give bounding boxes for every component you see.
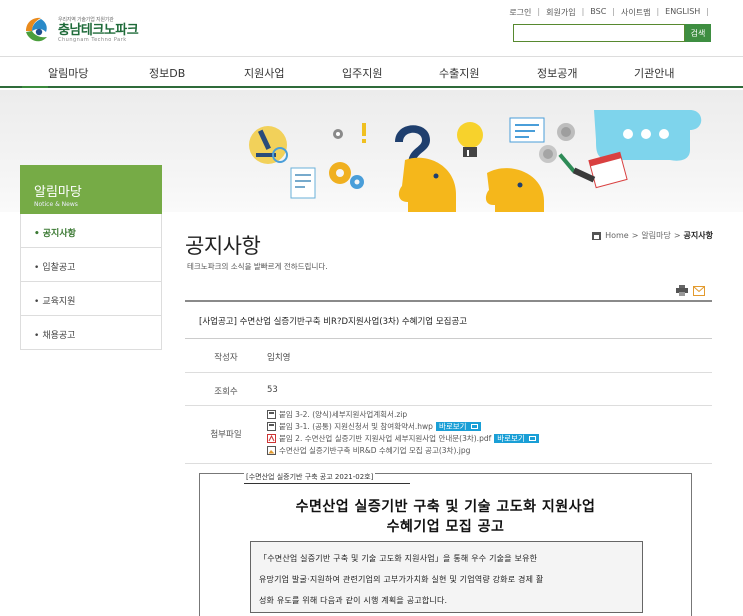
preview-window-icon [470, 423, 478, 429]
sidebar-item-label: 공지사항 [42, 229, 76, 239]
sidebar-title: 알림마당 [34, 185, 82, 200]
breadcrumb-home[interactable]: Home [605, 231, 629, 240]
divider: | [581, 7, 585, 16]
nav-item-support[interactable]: 지원사업 [244, 65, 284, 81]
nav-item-notice[interactable]: 알림마당 [48, 65, 88, 81]
nav-item-disclosure[interactable]: 정보공개 [537, 65, 577, 81]
nav-item-export[interactable]: 수출지원 [439, 65, 479, 81]
logo-english-name: Chungnam Techno Park [58, 36, 127, 43]
document-body-line: 성화 유도를 위해 다음과 같이 시행 계획을 공고합니다. [259, 596, 448, 605]
sidebar-item-label: 교육지원 [42, 297, 76, 307]
image-file-icon [267, 445, 276, 455]
site-logo[interactable]: 우리지역 기술기업 지원기관 충남테크노파크 Chungnam Techno P… [22, 12, 162, 48]
sidebar-item-notice[interactable]: • 공지사항 [20, 214, 162, 248]
attachment-name[interactable]: 붙임 3-2. (양식)세부지원사업계획서.zip [279, 409, 407, 420]
breadcrumb: Home > 알림마당 > 공지사항 [592, 230, 713, 241]
login-link[interactable]: 로그인 [509, 7, 531, 18]
search-input[interactable] [513, 24, 685, 42]
logo-mark-icon [26, 17, 47, 42]
divider: | [537, 7, 541, 16]
chevron-right-icon: > [631, 231, 639, 240]
preview-button-label: 바로보기 [438, 421, 467, 431]
logo-tagline: 우리지역 기술기업 지원기관 [58, 16, 114, 23]
page-description: 테크노파크의 소식을 발빠르게 전하드립니다. [187, 262, 328, 271]
post-title: [사업공고] 수면산업 실증기반구축 비R?D지원사업(3차) 수혜기업 모집공… [185, 300, 712, 339]
preview-button-label: 바로보기 [497, 433, 525, 443]
pdf-file-icon [267, 433, 276, 443]
attachment-name[interactable]: 수면산업 실증기반구축 비R&D 수혜기업 모집 공고(3차).jpg [279, 445, 470, 456]
document-title-line-2: 수혜기업 모집 공고 [386, 519, 505, 535]
attachment-name[interactable]: 붙임 3-1. (공통) 지원신청서 및 참여확약서.hwp [279, 421, 433, 432]
views-row: 조회수 53 [185, 373, 712, 406]
divider [244, 483, 410, 484]
document-reference-number: [수면산업 실증기반 구축 공고 2021-02호] [244, 472, 376, 482]
nav-item-about[interactable]: 기관안내 [634, 65, 674, 81]
views-label: 조회수 [214, 387, 238, 397]
sidebar-item-label: 채용공고 [42, 331, 76, 341]
document-title-line-1: 수면산업 실증기반 구축 및 기술 고도화 지원사업 [295, 499, 596, 515]
nav-item-tenant[interactable]: 입주지원 [342, 65, 382, 81]
nav-active-indicator [22, 86, 48, 88]
home-icon [592, 231, 602, 240]
sidebar-subtitle: Notice & News [34, 201, 78, 208]
utility-nav: 로그인 | 회원가입 | BSC | 사이트맵 | ENGLISH | [509, 7, 715, 18]
post-view: [사업공고] 수면산업 실증기반구축 비R?D지원사업(3차) 수혜기업 모집공… [185, 300, 712, 464]
preview-window-icon [528, 435, 536, 441]
attachment-list: 붙임 3-2. (양식)세부지원사업계획서.zip 붙임 3-1. (공통) 지… [267, 406, 712, 463]
english-link[interactable]: ENGLISH [665, 7, 700, 18]
bullet: • [34, 263, 40, 273]
sidebar-item-jobs[interactable]: • 채용공고 [20, 316, 162, 350]
document-body-line: 유망기업 발굴·지원하여 관련기업의 고부가가치화 실현 및 기업역량 강화로 … [259, 575, 544, 584]
breadcrumb-current: 공지사항 [683, 231, 713, 240]
divider: | [656, 7, 660, 16]
author-label: 작성자 [214, 353, 238, 363]
sidebar-item-label: 입찰공고 [42, 263, 76, 273]
chevron-right-icon: > [673, 231, 681, 240]
nav-item-info-db[interactable]: 정보DB [149, 65, 185, 81]
attachment-item[interactable]: 수면산업 실증기반구축 비R&D 수혜기업 모집 공고(3차).jpg [267, 444, 712, 456]
print-icon[interactable] [676, 285, 688, 296]
views-value: 53 [267, 385, 278, 395]
divider: | [706, 7, 709, 16]
search-button[interactable]: 검색 [685, 24, 711, 42]
attachment-item[interactable]: 붙임 2. 수면산업 실증기반 지원사업 세부지원사업 안내문(3차).pdf … [267, 432, 712, 444]
attachments-label: 첨부파일 [210, 430, 242, 440]
author-row: 작성자 임치영 [185, 339, 712, 373]
breadcrumb-section[interactable]: 알림마당 [641, 230, 670, 241]
sidebar-item-education[interactable]: • 교육지원 [20, 282, 162, 316]
document-summary-box: 「수면산업 실증기반 구축 및 기술 고도화 지원사업」을 통해 우수 기술을 … [250, 541, 643, 613]
bullet: • [34, 297, 40, 307]
attachment-name[interactable]: 붙임 2. 수면산업 실증기반 지원사업 세부지원사업 안내문(3차).pdf [279, 433, 491, 444]
attachment-item[interactable]: 붙임 3-1. (공통) 지원신청서 및 참여확약서.hwp 바로보기 [267, 420, 712, 432]
bullet: • [34, 229, 40, 239]
preview-button[interactable]: 바로보기 [435, 421, 481, 431]
sidebar-nav: • 공지사항 • 입찰공고 • 교육지원 • 채용공고 [20, 214, 162, 350]
bsc-link[interactable]: BSC [590, 7, 606, 18]
author-value: 임치영 [267, 353, 291, 363]
search-bar: 검색 [513, 24, 711, 42]
attachment-item[interactable]: 붙임 3-2. (양식)세부지원사업계획서.zip [267, 408, 712, 420]
notice-document-image: [수면산업 실증기반 구축 공고 2021-02호] 수면산업 실증기반 구축 … [199, 472, 692, 616]
post-tools [676, 285, 705, 296]
attachments-row: 첨부파일 붙임 3-2. (양식)세부지원사업계획서.zip 붙임 3-1. (… [185, 406, 712, 464]
logo-name: 충남테크노파크 [58, 22, 139, 38]
email-icon[interactable] [693, 285, 705, 296]
document-body-line: 「수면산업 실증기반 구축 및 기술 고도화 지원사업」을 통해 우수 기술을 … [259, 554, 538, 563]
logo-text: 우리지역 기술기업 지원기관 충남테크노파크 Chungnam Techno P… [58, 16, 139, 43]
sitemap-link[interactable]: 사이트맵 [621, 7, 650, 18]
divider: | [612, 7, 615, 16]
sidebar-header: 알림마당 Notice & News [20, 165, 162, 214]
main-nav: 알림마당 정보DB 지원사업 입주지원 수출지원 정보공개 기관안내 [0, 56, 743, 88]
page-title: 공지사항 [185, 234, 261, 258]
archive-file-icon [267, 409, 276, 419]
preview-button[interactable]: 바로보기 [494, 433, 539, 443]
signup-link[interactable]: 회원가입 [546, 7, 575, 18]
sidebar-item-bids[interactable]: • 입찰공고 [20, 248, 162, 282]
bullet: • [34, 331, 40, 341]
hwp-file-icon [267, 421, 276, 431]
